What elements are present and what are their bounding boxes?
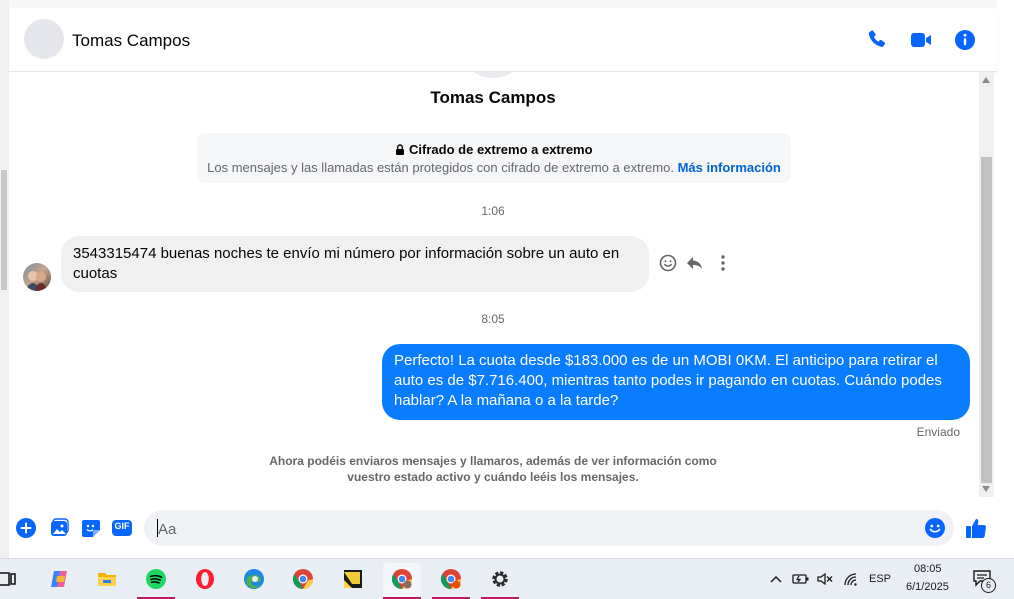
taskbar-settings[interactable] bbox=[481, 563, 519, 599]
scroll-thumb[interactable] bbox=[981, 157, 992, 483]
profile-name: Tomas Campos bbox=[430, 88, 556, 107]
left-edge-strip bbox=[0, 0, 9, 558]
reply-icon[interactable] bbox=[684, 252, 706, 274]
phone-icon[interactable] bbox=[865, 28, 889, 52]
task-view-button[interactable] bbox=[0, 563, 20, 597]
scroll-down-arrow[interactable] bbox=[982, 486, 990, 492]
plus-icon[interactable] bbox=[15, 517, 37, 539]
left-scroll-thumb[interactable] bbox=[1, 170, 7, 290]
sticker-icon[interactable] bbox=[80, 517, 102, 539]
react-emoji-icon[interactable] bbox=[657, 252, 679, 274]
image-icon[interactable] bbox=[48, 517, 70, 539]
gif-icon[interactable]: GIF bbox=[111, 517, 133, 539]
language-indicator[interactable]: ESP bbox=[869, 573, 891, 585]
spotify-icon bbox=[146, 569, 166, 589]
notifications-button[interactable]: 6 bbox=[972, 568, 996, 593]
taskbar-spotify[interactable] bbox=[137, 563, 175, 599]
edge-icon bbox=[244, 569, 264, 589]
task-view-icon bbox=[0, 572, 16, 586]
scroll-up-arrow[interactable] bbox=[982, 77, 990, 83]
chrome-icon bbox=[292, 569, 313, 590]
right-edge-strip bbox=[997, 0, 1014, 558]
timestamp: 8:05 bbox=[481, 312, 505, 326]
wifi-icon[interactable] bbox=[842, 571, 860, 587]
taskbar-chrome[interactable] bbox=[284, 563, 322, 597]
chrome-profile-icon bbox=[391, 569, 412, 590]
settings-gear-icon bbox=[492, 571, 508, 587]
message-scrollbar[interactable] bbox=[979, 72, 994, 497]
outgoing-message-bubble[interactable]: Perfecto! La cuota desde $183.000 es de … bbox=[382, 344, 970, 420]
notice-line-1: Ahora podéis enviaros mensajes y llamaro… bbox=[269, 454, 717, 468]
top-edge bbox=[9, 0, 997, 8]
gif-icon-label: GIF bbox=[114, 521, 130, 531]
encryption-title-text: Cifrado de extremo a extremo bbox=[409, 142, 593, 157]
message-list[interactable]: Tomas Campos Cifrado de extremo a extrem… bbox=[9, 72, 977, 497]
encryption-description-text: Los mensajes y las llamadas están proteg… bbox=[207, 160, 674, 175]
contact-avatar-header[interactable] bbox=[24, 19, 64, 59]
encryption-notice: Cifrado de extremo a extremo Los mensaje… bbox=[197, 133, 791, 183]
encryption-title: Cifrado de extremo a extremo bbox=[197, 142, 791, 157]
taskbar-file-explorer[interactable] bbox=[88, 563, 126, 597]
chrome-profile-icon bbox=[440, 569, 461, 590]
message-input-container[interactable] bbox=[144, 510, 954, 548]
clock-date[interactable]: 6/1/2025 bbox=[906, 581, 949, 593]
taskbar-opera[interactable] bbox=[186, 563, 224, 597]
speaker-muted-icon[interactable] bbox=[816, 571, 834, 587]
notification-count-badge: 6 bbox=[981, 578, 996, 593]
contact-name[interactable]: Tomas Campos bbox=[72, 31, 190, 51]
text-caret bbox=[157, 519, 158, 537]
thumbs-up-icon[interactable] bbox=[964, 516, 988, 540]
notice-line-2: vuestro estado activo y cuándo leéis los… bbox=[347, 470, 639, 484]
message-composer: GIF bbox=[9, 500, 997, 556]
taskbar-copilot[interactable] bbox=[40, 563, 78, 597]
more-options-icon[interactable] bbox=[712, 252, 734, 274]
folder-icon bbox=[98, 573, 116, 586]
info-icon[interactable] bbox=[953, 28, 977, 52]
taskbar-chrome-profile-1[interactable] bbox=[383, 563, 421, 599]
opera-icon bbox=[196, 569, 214, 589]
sent-status: Enviado bbox=[916, 425, 960, 439]
connection-notice: Ahora podéis enviaros mensajes y llamaro… bbox=[9, 453, 977, 485]
chat-header: Tomas Campos bbox=[9, 8, 997, 72]
taskbar-sticky-notes[interactable] bbox=[334, 563, 372, 597]
video-call-icon[interactable] bbox=[909, 28, 933, 52]
taskbar-edge[interactable] bbox=[235, 563, 273, 597]
copilot-icon bbox=[51, 571, 67, 587]
chevron-up-icon[interactable] bbox=[768, 571, 784, 587]
taskbar-chrome-profile-2[interactable] bbox=[432, 563, 470, 599]
profile-avatar bbox=[467, 72, 519, 78]
sticky-notes-icon bbox=[344, 570, 362, 588]
clock-time[interactable]: 08:05 bbox=[914, 563, 942, 575]
encryption-description: Los mensajes y las llamadas están proteg… bbox=[197, 160, 791, 175]
incoming-message-bubble[interactable]: 3543315474 buenas noches te envío mi núm… bbox=[61, 236, 649, 292]
emoji-icon[interactable] bbox=[924, 517, 946, 539]
lock-icon bbox=[396, 144, 405, 155]
message-input[interactable] bbox=[156, 510, 900, 548]
battery-icon[interactable] bbox=[792, 571, 810, 587]
timestamp: 1:06 bbox=[481, 204, 505, 218]
contact-avatar-message[interactable] bbox=[23, 263, 51, 291]
windows-taskbar: ESP 08:05 6/1/2025 6 bbox=[0, 558, 1014, 599]
more-info-link[interactable]: Más información bbox=[678, 160, 781, 175]
